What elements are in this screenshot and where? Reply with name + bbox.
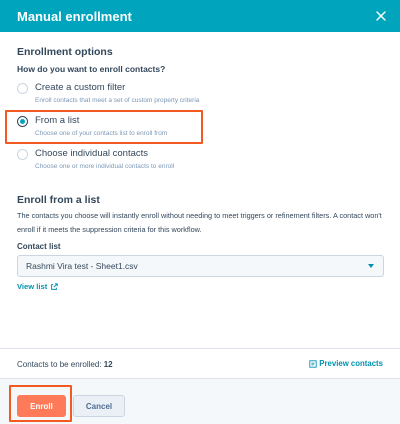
enroll-from-list-description: The contacts you choose will instantly e… xyxy=(17,211,382,234)
contact-list-value: Rashmi Vira test - Sheet1.csv xyxy=(26,261,138,271)
external-link-icon xyxy=(51,282,58,290)
enroll-question: How do you want to enroll contacts? xyxy=(17,64,166,74)
option-description: Choose one or more individual contacts t… xyxy=(35,163,175,170)
highlight-from-list xyxy=(5,110,203,144)
enroll-from-list-heading: Enroll from a list xyxy=(17,194,100,206)
preview-contacts-link[interactable]: Preview contacts xyxy=(309,359,383,368)
preview-contacts-label: Preview contacts xyxy=(319,359,383,368)
option-individual-contacts[interactable]: Choose individual contacts Choose one or… xyxy=(17,148,387,171)
summary-divider xyxy=(0,348,400,349)
radio-individual-contacts[interactable] xyxy=(17,149,28,160)
caret-down-icon xyxy=(368,264,374,268)
contact-list-label: Contact list xyxy=(17,242,61,251)
contact-list-select[interactable]: Rashmi Vira test - Sheet1.csv xyxy=(17,255,384,277)
option-description: Enroll contacts that meet a set of custo… xyxy=(35,97,200,104)
enrollment-options-heading: Enrollment options xyxy=(17,46,113,58)
highlight-enroll xyxy=(9,385,72,422)
radio-custom-filter[interactable] xyxy=(17,83,28,94)
preview-icon xyxy=(309,359,317,368)
enroll-count-value: 12 xyxy=(103,360,113,369)
option-label: Choose individual contacts xyxy=(35,148,149,159)
cancel-button[interactable]: Cancel xyxy=(73,395,125,417)
enroll-count-label: Contacts to be enrolled: xyxy=(17,360,102,369)
close-icon[interactable] xyxy=(372,7,390,25)
dialog-header: Manual enrollment xyxy=(0,0,400,32)
option-custom-filter[interactable]: Create a custom filter Enroll contacts t… xyxy=(17,82,387,105)
option-label: Create a custom filter xyxy=(35,82,126,93)
view-list-link[interactable]: View list xyxy=(17,282,58,291)
enroll-count: Contacts to be enrolled: 12 xyxy=(17,360,113,369)
view-list-label: View list xyxy=(17,282,48,291)
dialog-title: Manual enrollment xyxy=(17,8,132,24)
